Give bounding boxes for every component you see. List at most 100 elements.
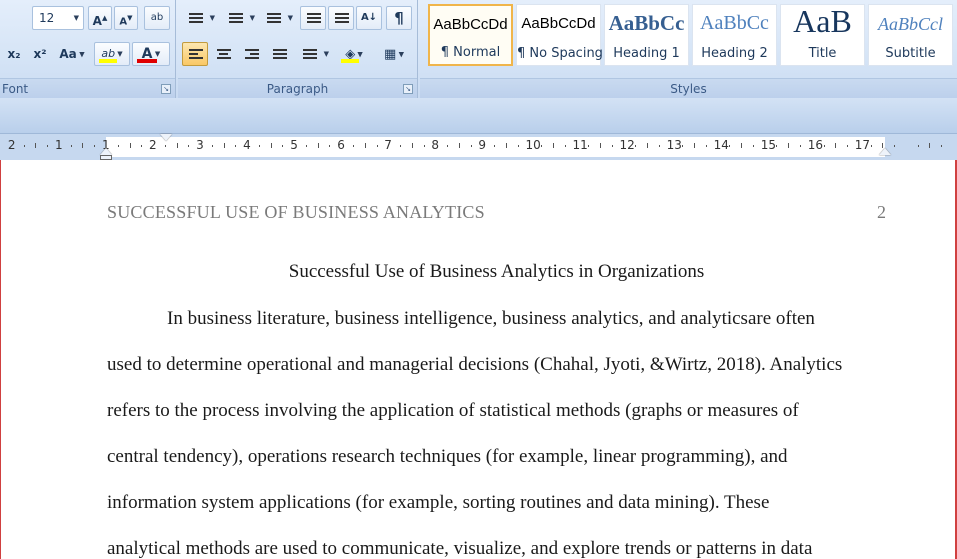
bullets-button[interactable]: ▼ xyxy=(182,6,218,30)
font-color-bar xyxy=(137,59,157,63)
ruler-tick xyxy=(706,145,707,147)
change-case-button[interactable]: Aa ▼ xyxy=(56,42,88,66)
ruler-tick xyxy=(224,143,225,148)
first-line-indent-marker[interactable] xyxy=(160,134,172,141)
ruler-tick xyxy=(447,145,448,147)
ruler-tick xyxy=(824,145,825,147)
ruler-tick xyxy=(177,143,178,148)
ruler-tick xyxy=(788,143,789,148)
ruler-tick xyxy=(682,145,683,147)
ruler-tick xyxy=(694,143,695,148)
ruler-tick xyxy=(400,145,401,147)
change-case-icon: Aa xyxy=(59,47,77,61)
highlight-color-bar xyxy=(99,59,117,63)
ruler-tick xyxy=(118,145,119,147)
ruler-tick xyxy=(47,145,48,147)
borders-icon: ▦ xyxy=(384,47,397,62)
style-normal-sample: AaBbCcDd xyxy=(433,16,508,33)
body-line: central tendency), operations research t… xyxy=(107,446,788,467)
style-heading-1-name: Heading 1 xyxy=(613,46,680,61)
clear-formatting-button[interactable]: ab xyxy=(144,6,170,30)
font-size-box[interactable]: 12 ▼ xyxy=(32,6,84,30)
ruler-number: 11 xyxy=(572,138,588,152)
subscript-button[interactable]: x₂ xyxy=(2,42,26,66)
justify-button[interactable] xyxy=(266,42,292,66)
font-group-label: Font xyxy=(0,78,175,98)
ruler-tick xyxy=(424,145,425,147)
right-indent-marker[interactable] xyxy=(879,148,891,155)
ribbon: 12 ▼ A▲ A▼ ab x₂ x² Aa ▼ ab ▼ A ▼ Font ↘… xyxy=(0,0,957,98)
style-heading-1[interactable]: AaBbCc Heading 1 xyxy=(604,4,689,66)
styles-group: AaBbCcDd ¶ Normal AaBbCcDd ¶ No Spacing … xyxy=(420,0,957,98)
ruler-tick xyxy=(459,143,460,148)
page-number: 2 xyxy=(877,202,886,222)
pilcrow-icon: ¶ xyxy=(394,9,404,27)
ruler-tick xyxy=(259,145,260,147)
ruler-tick xyxy=(82,143,83,148)
sort-button[interactable]: A↓ xyxy=(356,6,382,30)
ruler-number: 16 xyxy=(807,138,824,152)
ruler-tick xyxy=(941,145,942,147)
ruler-tick xyxy=(600,143,601,148)
paragraph-dialog-launcher-icon[interactable]: ↘ xyxy=(403,84,413,94)
paragraph-group: ▼ ▼ ▼ A↓ ¶ ▼ ◈ ▼ ▦ ▼ Paragraph ↘ xyxy=(178,0,418,98)
style-subtitle[interactable]: AaBbCcl Subtitle xyxy=(868,4,953,66)
horizontal-ruler[interactable]: 2 1 1 2 3 4 5 6 7 8 9 10 11 12 13 14 15 16 17 xyxy=(0,134,957,160)
styles-group-label: Styles xyxy=(420,78,957,98)
increase-indent-button[interactable] xyxy=(328,6,354,30)
style-heading-2[interactable]: AaBbCc Heading 2 xyxy=(692,4,777,66)
ruler-tick xyxy=(588,145,589,147)
ruler-tick xyxy=(518,145,519,147)
style-normal[interactable]: AaBbCcDd ¶ Normal xyxy=(428,4,513,66)
shrink-font-button[interactable]: A▼ xyxy=(114,6,138,30)
ruler-tick xyxy=(800,145,801,147)
ruler-tick xyxy=(647,143,648,148)
style-title[interactable]: AaB Title xyxy=(780,3,865,66)
chevron-down-icon[interactable]: ▼ xyxy=(74,7,79,29)
ruler-number: 4 xyxy=(243,138,251,152)
align-left-button[interactable] xyxy=(182,42,208,66)
body-line: used to determine operational and manage… xyxy=(107,354,843,375)
align-right-button[interactable] xyxy=(238,42,264,66)
show-hide-button[interactable]: ¶ xyxy=(386,6,412,30)
hanging-indent-marker[interactable] xyxy=(100,148,112,155)
decrease-indent-button[interactable] xyxy=(300,6,326,30)
shrink-font-icon: A xyxy=(119,16,128,28)
style-subtitle-name: Subtitle xyxy=(885,46,936,61)
ruler-tick xyxy=(565,145,566,147)
ruler-tick xyxy=(929,143,930,148)
document-page[interactable]: SUCCESSFUL USE OF BUSINESS ANALYTICS 2 S… xyxy=(0,160,957,559)
style-no-spacing[interactable]: AaBbCcDd ¶ No Spacing xyxy=(516,4,603,66)
grow-font-button[interactable]: A▲ xyxy=(88,6,112,30)
ruler-tick xyxy=(365,143,366,148)
ruler-number: 10 xyxy=(525,138,541,152)
font-dialog-launcher-icon[interactable]: ↘ xyxy=(161,84,171,94)
ruler-tick xyxy=(871,145,872,147)
ruler-number: 17 xyxy=(854,138,871,152)
ruler-number: 9 xyxy=(478,138,487,152)
justify-icon xyxy=(273,49,287,61)
line-spacing-button[interactable]: ▼ xyxy=(296,42,332,66)
borders-button[interactable]: ▦ ▼ xyxy=(376,42,412,66)
ruler-tick xyxy=(553,143,554,148)
ruler-number: 1 xyxy=(54,138,63,152)
numbering-button[interactable]: ▼ xyxy=(222,6,258,30)
superscript-button[interactable]: x² xyxy=(28,42,52,66)
style-subtitle-sample: AaBbCcl xyxy=(878,14,943,34)
ruler-tick xyxy=(94,145,95,147)
style-heading-2-name: Heading 2 xyxy=(701,46,768,61)
style-heading-2-sample: AaBbCc xyxy=(700,12,769,34)
ruler-number: 8 xyxy=(431,138,439,152)
multilevel-list-button[interactable]: ▼ xyxy=(260,6,296,30)
ruler-number: 13 xyxy=(666,138,682,152)
ruler-tick xyxy=(24,145,25,147)
font-color-button[interactable]: A ▼ xyxy=(132,42,170,66)
ruler-tick xyxy=(318,143,319,148)
align-center-button[interactable] xyxy=(210,42,236,66)
shading-button[interactable]: ◈ ▼ xyxy=(336,42,372,66)
highlight-button[interactable]: ab ▼ xyxy=(94,42,130,66)
ruler-number: 3 xyxy=(196,138,204,152)
ruler-tick xyxy=(541,145,542,147)
ruler-tick xyxy=(776,145,777,147)
align-center-icon xyxy=(217,49,231,61)
